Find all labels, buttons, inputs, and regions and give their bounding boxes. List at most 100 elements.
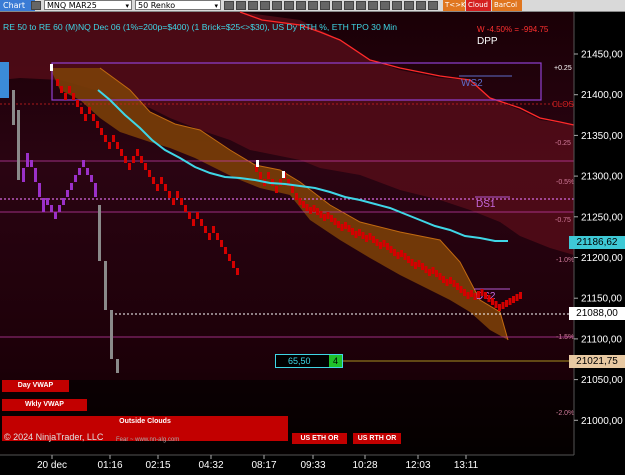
- price-box-value: 65,50: [288, 356, 311, 366]
- renko-brick: [302, 201, 305, 208]
- renko-brick: [512, 296, 515, 303]
- price-tick-label: 21150,00: [581, 294, 622, 305]
- renko-brick: [104, 261, 107, 268]
- renko-brick: [86, 168, 89, 175]
- renko-brick: [60, 86, 63, 93]
- renko-brick: [208, 233, 211, 240]
- us-eth-or-button[interactable]: US ETH OR: [292, 433, 347, 444]
- renko-brick: [445, 279, 449, 286]
- pct-label: -1.0%: [556, 257, 574, 264]
- price-tick-label: 21400,00: [581, 90, 623, 101]
- renko-brick: [393, 249, 396, 256]
- day-vwap-button[interactable]: Day VWAP: [2, 380, 69, 392]
- wkly-vwap-button[interactable]: Wkly VWAP: [2, 399, 87, 411]
- renko-brick: [375, 239, 379, 246]
- renko-brick: [17, 166, 20, 173]
- watermark-text: Fear ~ www.nn-alg.com: [116, 437, 180, 443]
- renko-brick: [26, 160, 29, 167]
- renko-brick: [414, 262, 417, 269]
- renko-brick: [312, 205, 316, 212]
- price-tick-label: 21450,00: [581, 50, 623, 61]
- renko-brick: [70, 183, 73, 190]
- renko-brick: [94, 190, 97, 197]
- renko-brick: [74, 175, 77, 182]
- ws2-label: WS2: [461, 78, 483, 89]
- renko-brick: [305, 204, 309, 211]
- price-tick-label: 21300,00: [581, 172, 623, 183]
- renko-brick: [172, 198, 175, 205]
- renko-brick: [333, 218, 337, 225]
- renko-brick: [236, 268, 239, 275]
- renko-brick: [42, 205, 45, 212]
- renko-brick: [480, 289, 484, 296]
- renko-brick: [168, 191, 171, 198]
- renko-brick: [354, 231, 358, 238]
- renko-brick: [484, 292, 487, 299]
- renko-brick: [17, 145, 20, 152]
- renko-brick: [104, 289, 107, 296]
- pct-label: -1.5%: [556, 334, 574, 341]
- renko-brick: [104, 282, 107, 289]
- renko-brick: [316, 208, 319, 215]
- price-tick-label: 21100,00: [581, 334, 622, 345]
- renko-brick: [351, 228, 354, 235]
- renko-brick: [396, 252, 400, 259]
- price-tick-label: 21050,00: [581, 375, 623, 386]
- renko-brick: [431, 267, 435, 274]
- renko-brick: [110, 331, 113, 338]
- renko-brick: [365, 235, 368, 242]
- renko-brick: [92, 114, 95, 121]
- pct-label: +0.25: [554, 65, 572, 72]
- renko-brick: [368, 233, 372, 240]
- renko-brick: [216, 233, 219, 240]
- renko-brick: [417, 260, 421, 267]
- renko-brick: [12, 118, 15, 125]
- renko-brick: [110, 338, 113, 345]
- renko-brick: [295, 193, 298, 200]
- renko-brick: [200, 219, 203, 226]
- renko-brick: [515, 294, 519, 301]
- renko-brick: [449, 277, 452, 284]
- renko-brick: [291, 186, 294, 193]
- us-rth-or-button[interactable]: US RTH OR: [353, 433, 401, 444]
- renko-brick: [275, 186, 278, 193]
- renko-brick: [212, 226, 215, 233]
- renko-brick: [38, 183, 41, 190]
- renko-brick: [473, 293, 477, 300]
- renko-brick: [204, 226, 207, 233]
- renko-brick: [136, 149, 139, 156]
- renko-brick: [340, 224, 344, 231]
- chart-canvas[interactable]: WS2 CLOS DS1 DS2 +0.25 -0.25 -0.5% -0.75…: [0, 0, 625, 475]
- price-tick-label: 21000,00: [581, 416, 623, 427]
- price-axis[interactable]: [574, 12, 625, 455]
- renko-brick: [94, 183, 97, 190]
- renko-brick: [494, 301, 498, 308]
- renko-brick: [148, 170, 151, 177]
- renko-brick: [224, 247, 227, 254]
- renko-brick: [372, 236, 375, 243]
- renko-brick: [180, 198, 183, 205]
- pct-label: -0.75: [555, 217, 571, 224]
- renko-brick: [46, 198, 49, 205]
- renko-brick: [519, 292, 522, 299]
- renko-brick: [176, 191, 179, 198]
- renko-brick: [498, 304, 501, 311]
- outside-clouds-button[interactable]: Outside Clouds: [2, 416, 288, 428]
- renko-brick-marker: [50, 64, 53, 71]
- renko-brick: [104, 303, 107, 310]
- renko-brick: [228, 254, 231, 261]
- price-box-count: 4: [329, 355, 342, 367]
- renko-brick: [26, 153, 29, 160]
- renko-brick: [30, 160, 33, 167]
- renko-brick: [38, 190, 41, 197]
- renko-brick: [76, 100, 79, 107]
- renko-brick: [428, 269, 431, 276]
- renko-brick: [184, 205, 187, 212]
- renko-brick: [188, 212, 191, 219]
- renko-brick: [463, 289, 466, 296]
- renko-brick: [66, 190, 69, 197]
- renko-brick: [330, 215, 333, 222]
- renko-brick: [196, 212, 199, 219]
- renko-brick: [98, 226, 101, 233]
- pct-label: -0.5%: [556, 179, 574, 186]
